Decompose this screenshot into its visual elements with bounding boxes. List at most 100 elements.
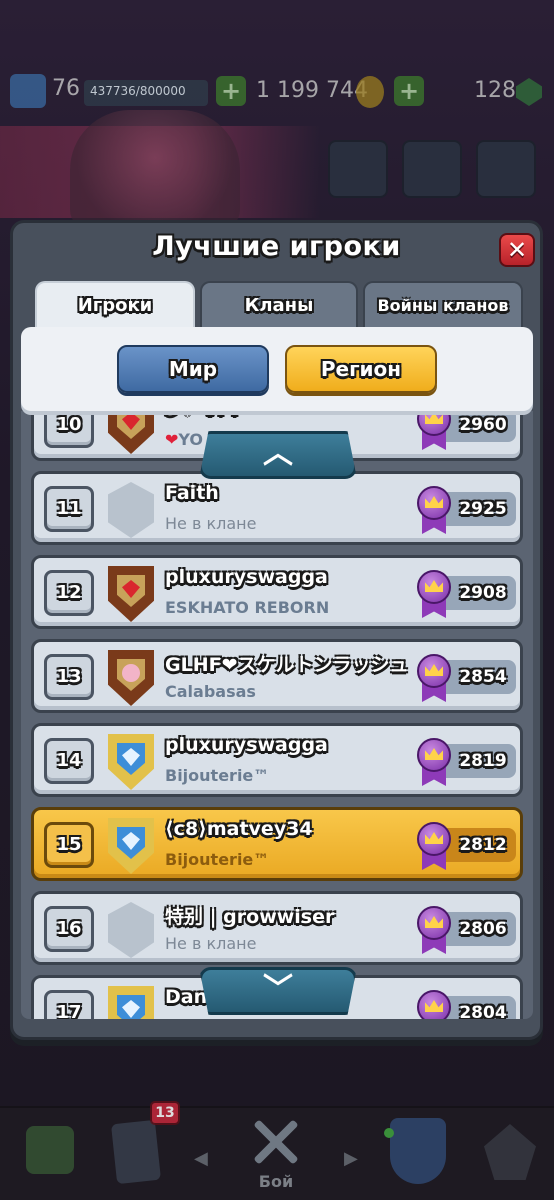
clan-badge-icon	[108, 650, 154, 706]
heart-icon: ❤	[165, 430, 179, 449]
clan-name-text: Не в клане	[165, 514, 257, 533]
nav-battle[interactable]: ◀ ▶ Бой	[186, 1108, 366, 1200]
clan-badge-icon	[108, 566, 154, 622]
clan-name: Bijouterie™	[165, 1018, 269, 1019]
clan-name: Bijouterie™	[165, 850, 269, 869]
modal-title: Лучшие игроки	[152, 231, 401, 262]
clan-badge-icon	[108, 986, 154, 1019]
gold-coin-icon	[356, 76, 384, 108]
level-number: 76	[52, 76, 80, 101]
league-medal-icon	[416, 822, 452, 870]
clan-name: Не в клане	[165, 514, 256, 533]
cards-icon	[110, 1119, 162, 1185]
rank-number: 17	[44, 990, 94, 1019]
clan-badge-icon	[108, 818, 154, 874]
clan-name: ESKHATO REBORN	[165, 598, 329, 617]
scroll-down-button[interactable]: ﹀	[199, 967, 357, 1015]
leaderboard-row[interactable]: 14 pluxuryswagga Bijouterie™ 2819	[31, 723, 523, 797]
trophy-score: 2925	[416, 486, 516, 534]
clan-badge-icon	[108, 902, 154, 958]
shop-icon	[26, 1126, 74, 1174]
level-shield-icon	[10, 74, 46, 108]
rank-number: 10	[44, 411, 94, 448]
clan-icon	[390, 1118, 446, 1184]
rank-number: 15	[44, 822, 94, 868]
filter-panel: Мир Регион	[21, 327, 533, 411]
player-name: Faith	[165, 482, 219, 504]
trophy-score: 2960	[416, 411, 516, 450]
cards-badge: 13	[150, 1101, 180, 1125]
league-medal-icon	[416, 906, 452, 954]
gem-icon	[516, 78, 542, 106]
player-name: Ɔ♡ Ɐ. Ⅰ	[165, 411, 238, 420]
clan-badge-icon	[108, 734, 154, 790]
archer-figure	[70, 110, 240, 230]
clan-name-text: Bijouterie™	[165, 766, 270, 785]
notification-dot	[384, 1128, 394, 1138]
leaderboard-row[interactable]: 12 pluxuryswagga ESKHATO REBORN 2908	[31, 555, 523, 629]
events-icon	[484, 1124, 536, 1180]
player-name: pluxuryswagga	[165, 566, 328, 588]
rank-number: 14	[44, 738, 94, 784]
leaderboard-row[interactable]: 11 Faith Не в клане 2925	[31, 471, 523, 545]
add-gold-button[interactable]: +	[394, 76, 424, 106]
clan-name: Не в клане	[165, 934, 256, 953]
crossed-swords-icon	[248, 1114, 304, 1170]
rank-number: 11	[44, 486, 94, 532]
nav-events[interactable]	[470, 1108, 550, 1200]
gold-amount: 1 199 744	[256, 78, 368, 103]
clan-name-text: Calabasas	[165, 682, 256, 701]
news-button[interactable]	[402, 140, 462, 198]
league-medal-icon	[416, 738, 452, 786]
battle-label: Бой	[258, 1172, 294, 1191]
trophy-score: 2812	[416, 822, 516, 870]
trophy-score: 2908	[416, 570, 516, 618]
menu-button[interactable]	[476, 140, 536, 198]
clan-name-text: Bijouterie™	[165, 850, 270, 869]
player-name: 特别 | growwiser	[165, 906, 335, 928]
region-button[interactable]: Регион	[285, 345, 437, 393]
player-name: ⟨c8⟩matvey34	[165, 818, 313, 840]
clan-name-text: ESKHATO REBORN	[165, 598, 330, 617]
league-medal-icon	[416, 411, 452, 450]
chevron-up-icon: ︿	[263, 436, 293, 471]
player-name: pluxuryswagga	[165, 734, 328, 756]
trophy-score: 2854	[416, 654, 516, 702]
tab-clans[interactable]: Кланы	[200, 281, 358, 331]
player-name: Dan	[165, 986, 208, 1008]
leaderboard-modal: Лучшие игроки ✕ Игроки Кланы Войны клано…	[10, 220, 543, 1040]
trophy-score: 2819	[416, 738, 516, 786]
clan-name: Calabasas	[165, 682, 256, 701]
top-hud: 76 437736/800000 + 1 199 744 + 128	[0, 70, 554, 118]
scroll-up-button[interactable]: ︿	[199, 431, 357, 479]
left-arrow-icon: ◀	[194, 1148, 208, 1169]
leaderboard-row[interactable]: 15 ⟨c8⟩matvey34 Bijouterie™ 2812	[31, 807, 523, 881]
friends-button[interactable]	[328, 140, 388, 198]
bottom-nav: ◀ ▶ Бой	[0, 1106, 554, 1200]
tab-clan-wars[interactable]: Войны кланов	[363, 281, 523, 331]
clan-name-text: YO	[178, 430, 204, 449]
world-button[interactable]: Мир	[117, 345, 269, 393]
nav-clan[interactable]	[376, 1108, 460, 1200]
rank-number: 12	[44, 570, 94, 616]
gem-amount: 128	[474, 78, 516, 103]
right-arrow-icon: ▶	[344, 1148, 358, 1169]
nav-shop[interactable]	[10, 1108, 90, 1200]
clan-name: ❤YO	[165, 430, 203, 449]
league-medal-icon	[416, 570, 452, 618]
close-button[interactable]: ✕	[499, 233, 535, 267]
trophy-score: 2804	[416, 990, 516, 1019]
rank-number: 16	[44, 906, 94, 952]
xp-text: 437736/800000	[90, 84, 186, 98]
leaderboard-list[interactable]: 10 Ɔ♡ Ɐ. Ⅰ ❤YO 2960 11 Faith Не в клане 2925 12 p…	[21, 411, 533, 1019]
chevron-down-icon: ﹀	[263, 972, 293, 1007]
trophy-score: 2806	[416, 906, 516, 954]
player-name: GLHF❤スケルトンラッシュ	[165, 654, 409, 676]
rank-number: 13	[44, 654, 94, 700]
add-xp-button[interactable]: +	[216, 76, 246, 106]
clan-badge-icon	[108, 482, 154, 538]
leaderboard-row[interactable]: 16 特别 | growwiser Не в клане 2806	[31, 891, 523, 965]
leaderboard-row[interactable]: 13 GLHF❤スケルトンラッシュ Calabasas 2854	[31, 639, 523, 713]
league-medal-icon	[416, 990, 452, 1019]
clan-name-text: Не в клане	[165, 934, 257, 953]
